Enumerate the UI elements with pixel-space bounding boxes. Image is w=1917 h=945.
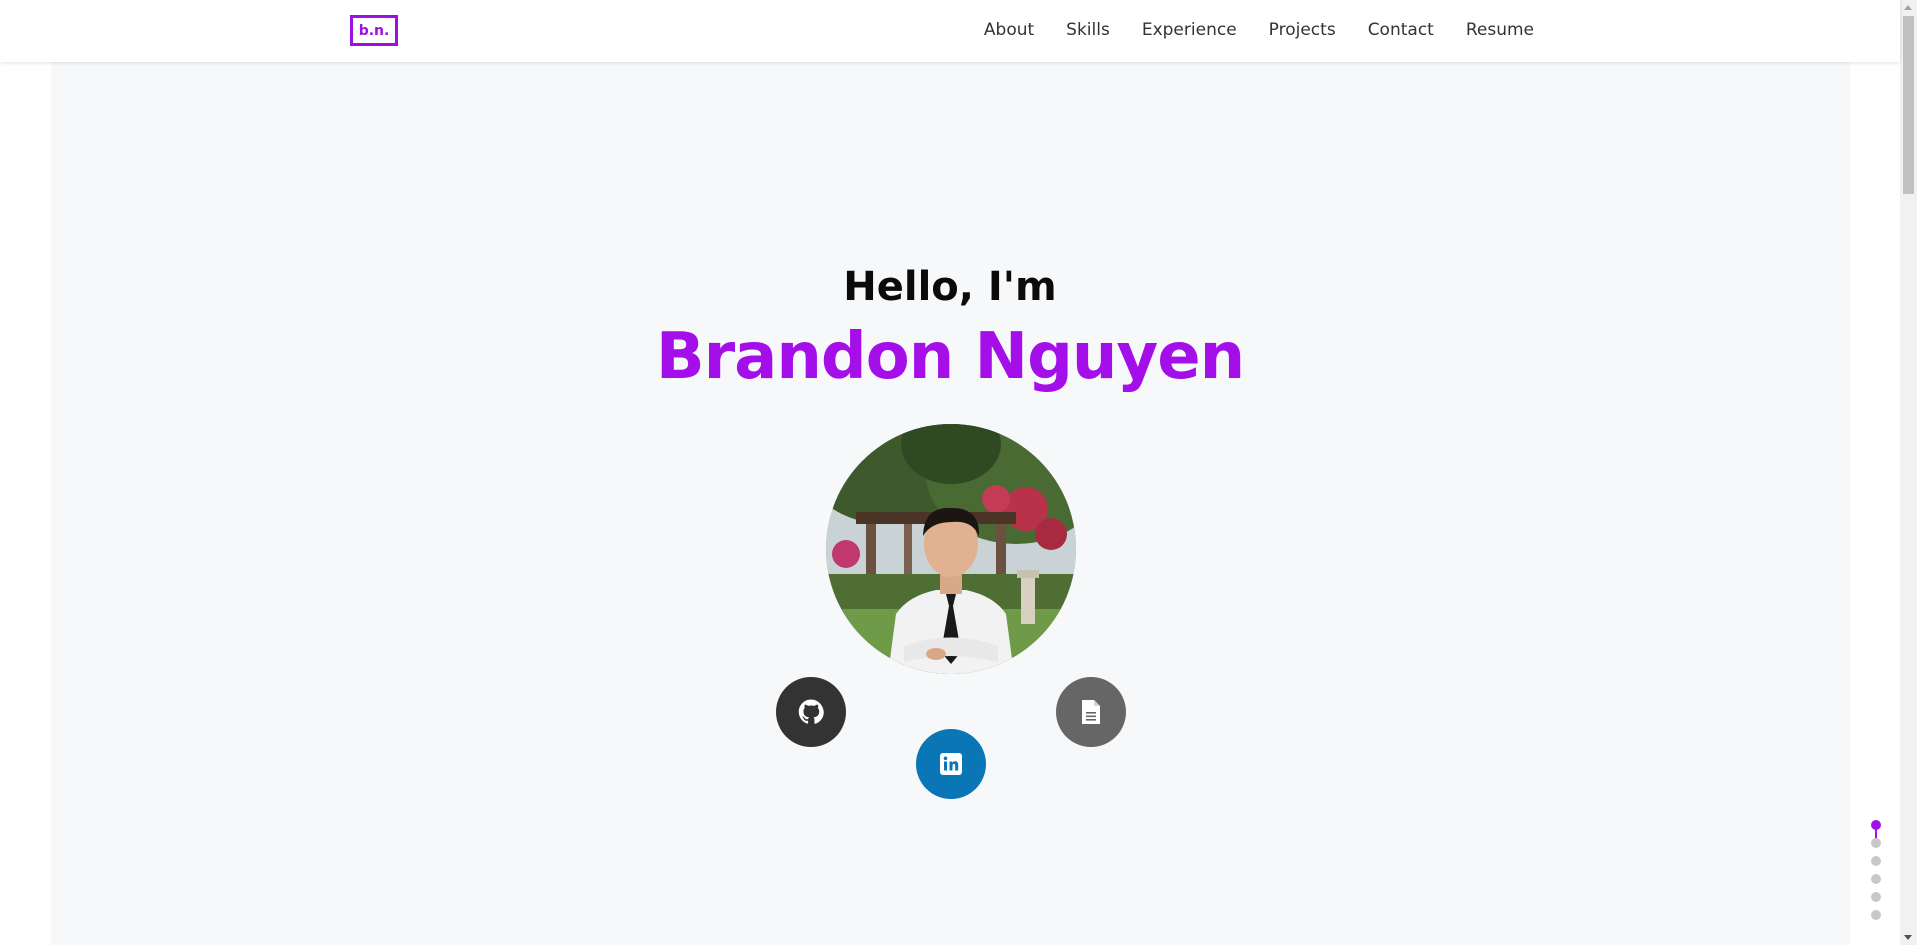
nav-link-about[interactable]: About bbox=[984, 19, 1034, 41]
linkedin-icon bbox=[940, 753, 962, 775]
nav-link-projects[interactable]: Projects bbox=[1269, 19, 1336, 41]
github-icon bbox=[798, 699, 824, 724]
top-navbar: b.n. About Skills Experience Projects Co… bbox=[0, 0, 1900, 62]
section-dot-4[interactable] bbox=[1871, 874, 1881, 884]
nav-link-experience[interactable]: Experience bbox=[1142, 19, 1237, 41]
section-dot-1[interactable] bbox=[1871, 820, 1881, 830]
nav-link-skills[interactable]: Skills bbox=[1066, 19, 1110, 41]
page-scrollbar[interactable] bbox=[1900, 0, 1917, 945]
resume-button[interactable] bbox=[1056, 677, 1126, 747]
logo-link[interactable]: b.n. bbox=[350, 15, 398, 46]
scroll-up-arrow-icon[interactable] bbox=[1904, 5, 1912, 10]
profile-photo bbox=[826, 424, 1076, 674]
section-dot-3[interactable] bbox=[1871, 856, 1881, 866]
section-indicator bbox=[1870, 820, 1882, 920]
nav-link-resume[interactable]: Resume bbox=[1466, 19, 1534, 41]
nav-links: About Skills Experience Projects Contact… bbox=[952, 19, 1534, 41]
section-dot-5[interactable] bbox=[1871, 892, 1881, 902]
hero-greeting: Hello, I'm bbox=[843, 264, 1057, 310]
scrollbar-thumb[interactable] bbox=[1903, 16, 1914, 194]
nav-link-contact[interactable]: Contact bbox=[1368, 19, 1434, 41]
linkedin-button[interactable] bbox=[916, 729, 986, 799]
hero-name: Brandon Nguyen bbox=[655, 320, 1245, 394]
github-button[interactable] bbox=[776, 677, 846, 747]
section-dot-6[interactable] bbox=[1871, 910, 1881, 920]
document-icon bbox=[1082, 700, 1100, 724]
section-dot-2[interactable] bbox=[1871, 838, 1881, 848]
scroll-down-arrow-icon[interactable] bbox=[1904, 935, 1912, 940]
